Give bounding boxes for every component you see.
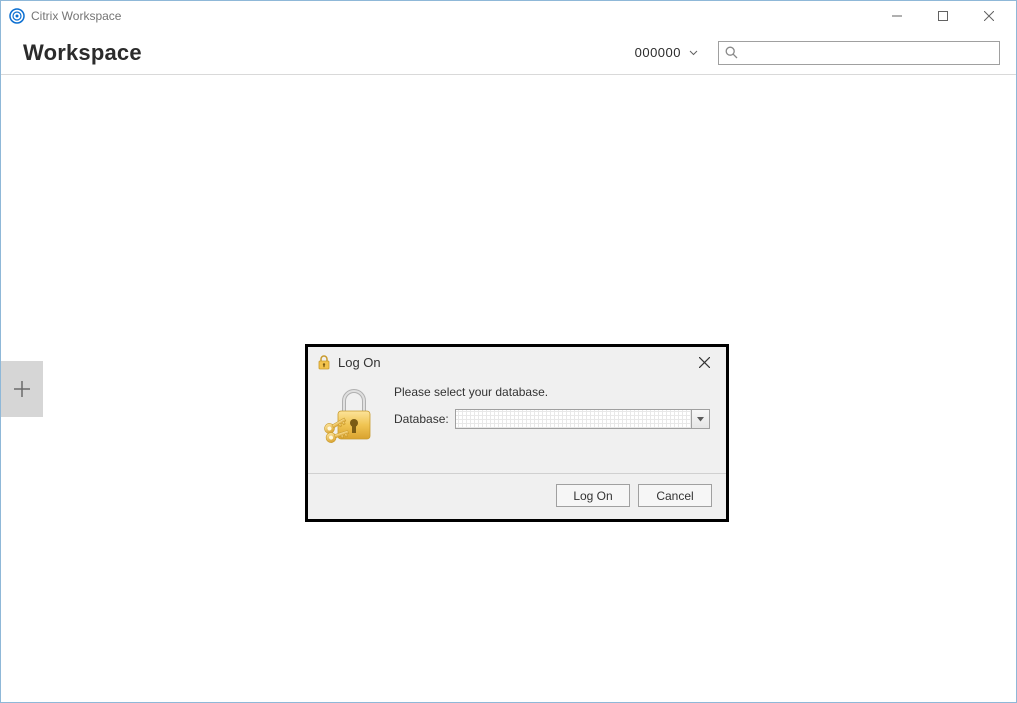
chevron-down-icon[interactable] [692, 409, 710, 429]
logon-button[interactable]: Log On [556, 484, 630, 507]
lock-icon [316, 354, 332, 370]
dialog-instruction: Please select your database. [394, 385, 710, 399]
database-input[interactable] [455, 409, 692, 429]
dialog-footer: Log On Cancel [308, 473, 726, 519]
lock-keys-icon [316, 383, 386, 451]
dialog-close-button[interactable] [690, 350, 718, 374]
add-button[interactable] [1, 361, 43, 417]
search-input[interactable] [718, 41, 1000, 65]
window-titlebar: Citrix Workspace [1, 1, 1016, 31]
database-row: Database: [394, 409, 710, 429]
citrix-icon [9, 8, 25, 24]
search-icon [725, 46, 738, 59]
dialog-titlebar: Log On [308, 347, 726, 377]
close-button[interactable] [966, 1, 1012, 31]
maximize-button[interactable] [920, 1, 966, 31]
database-combobox[interactable] [455, 409, 710, 429]
dialog-body: Please select your database. Database: [308, 377, 726, 473]
database-label: Database: [394, 412, 449, 426]
window-title: Citrix Workspace [31, 9, 874, 23]
minimize-button[interactable] [874, 1, 920, 31]
cancel-button[interactable]: Cancel [638, 484, 712, 507]
dialog-form: Please select your database. Database: [386, 383, 710, 451]
dialog-title: Log On [338, 355, 690, 370]
logon-dialog: Log On [305, 344, 729, 522]
user-code: 000000 [635, 45, 681, 60]
user-dropdown-chevron-icon[interactable] [689, 50, 698, 56]
toolbar: Workspace 000000 [1, 31, 1016, 75]
window-controls [874, 1, 1012, 31]
workspace-heading: Workspace [23, 40, 142, 66]
main-content: Log On [1, 75, 1016, 702]
